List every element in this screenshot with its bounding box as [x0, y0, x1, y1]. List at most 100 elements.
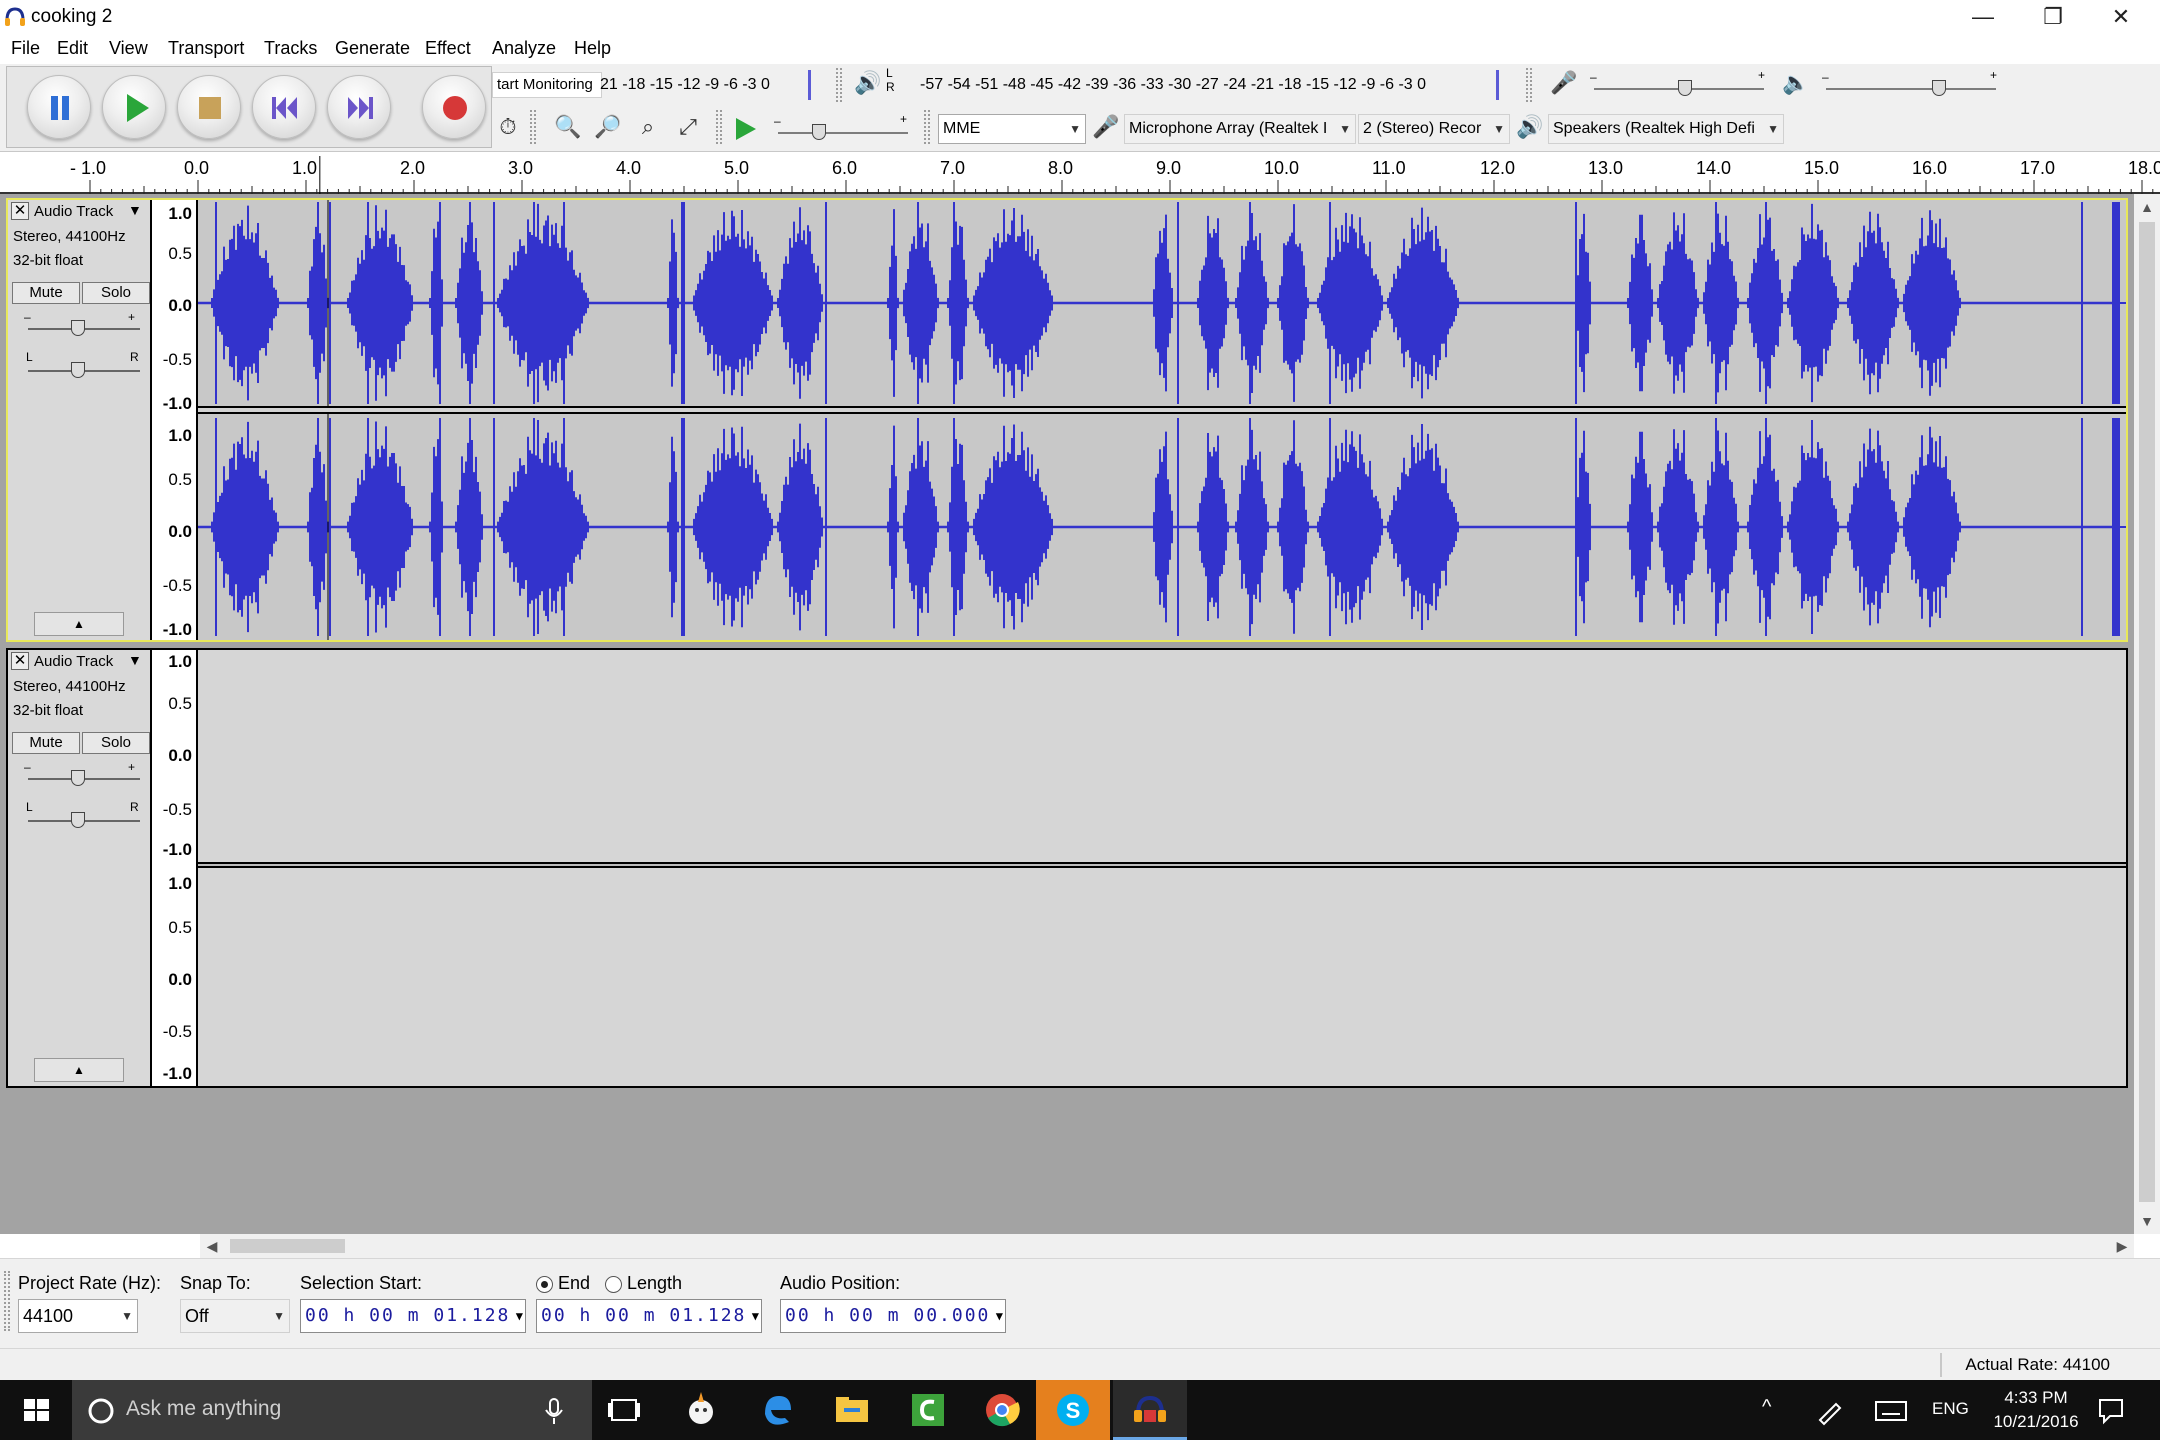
audio-track-1[interactable]: ✕ Audio Track ▼ Stereo, 44100Hz 32-bit f… — [6, 198, 2128, 642]
edge-browser-icon[interactable] — [755, 1388, 799, 1432]
close-track-icon[interactable]: ✕ — [11, 652, 29, 670]
vertical-scroll-thumb[interactable] — [2139, 222, 2155, 1202]
scroll-right-icon[interactable]: ▶ — [2110, 1234, 2134, 1258]
track-menu-dropdown-icon[interactable]: ▼ — [128, 652, 142, 668]
speaker-meter-icon[interactable]: 🔊 — [852, 68, 884, 100]
menu-edit[interactable]: Edit — [57, 38, 88, 59]
track-menu-dropdown-icon[interactable]: ▼ — [128, 202, 142, 218]
audio-track-2[interactable]: ✕ Audio Track ▼ Stereo, 44100Hz 32-bit f… — [6, 648, 2128, 1088]
pan-slider[interactable] — [71, 812, 85, 828]
stop-icon — [199, 97, 221, 119]
toolbar-grip[interactable] — [716, 110, 722, 144]
chevron-down-icon: ▼ — [121, 1309, 133, 1323]
collapse-track-button[interactable]: ▲ — [34, 612, 124, 636]
zoom-out-icon[interactable]: 🔎 — [592, 112, 624, 144]
close-track-icon[interactable]: ✕ — [11, 202, 29, 220]
toolbar-grip[interactable] — [924, 110, 930, 144]
skip-to-start-button[interactable] — [252, 75, 316, 139]
waveform-area[interactable] — [198, 200, 2126, 640]
end-radio[interactable] — [536, 1276, 553, 1293]
chrome-icon[interactable] — [980, 1388, 1024, 1432]
project-rate-select[interactable]: 44100 ▼ — [18, 1299, 138, 1333]
pen-icon[interactable] — [1814, 1396, 1844, 1426]
gain-slider[interactable] — [71, 320, 85, 336]
minimize-button[interactable]: — — [1950, 0, 2016, 36]
length-radio[interactable] — [605, 1276, 622, 1293]
collapse-track-button[interactable]: ▲ — [34, 1058, 124, 1082]
vertical-scale: 1.0 0.5 0.0 -0.5 -1.0 1.0 0.5 0.0 -0.5 -… — [152, 200, 198, 640]
menu-file[interactable]: File — [11, 38, 40, 59]
scroll-left-icon[interactable]: ◀ — [200, 1234, 224, 1258]
stop-button[interactable] — [177, 75, 241, 139]
fit-selection-icon[interactable]: ⌕ — [632, 112, 664, 144]
horizontal-scrollbar[interactable]: ◀ ▶ — [200, 1234, 2134, 1258]
audio-position-field[interactable]: 00 h 00 m 00.000 s ▼ — [780, 1299, 1006, 1333]
fit-project-icon[interactable]: ⤢ — [672, 112, 704, 144]
keyboard-icon[interactable] — [1874, 1398, 1908, 1424]
solo-button[interactable]: Solo — [82, 282, 150, 304]
mute-button[interactable]: Mute — [12, 732, 80, 754]
snap-to-select[interactable]: Off ▼ — [180, 1299, 290, 1333]
horizontal-scroll-thumb[interactable] — [230, 1239, 345, 1253]
language-indicator[interactable]: ENG — [1932, 1399, 1969, 1419]
vertical-scrollbar[interactable]: ▲ ▼ — [2134, 194, 2160, 1234]
toolbar-grip[interactable] — [530, 110, 536, 144]
record-button[interactable] — [422, 75, 486, 139]
show-hidden-icons-icon[interactable]: ^ — [1762, 1396, 1771, 1419]
menu-effect[interactable]: Effect — [425, 38, 471, 59]
audio-host-select[interactable]: MME ▼ — [938, 114, 1086, 144]
start-monitoring-meter[interactable]: tart Monitoring — [492, 72, 602, 98]
timer-icon[interactable]: ⏱ — [492, 112, 524, 144]
track-name-button[interactable]: Audio Track — [34, 653, 113, 670]
output-volume-track[interactable] — [1826, 88, 1996, 90]
unicorn-app-icon[interactable] — [679, 1388, 723, 1432]
play-button[interactable] — [102, 75, 166, 139]
cortana-search-box[interactable]: Ask me anything — [72, 1380, 592, 1440]
scroll-up-icon[interactable]: ▲ — [2134, 194, 2160, 220]
toolbar-grip[interactable] — [1526, 68, 1532, 102]
audacity-taskbar-button[interactable] — [1113, 1380, 1187, 1440]
action-center-icon[interactable] — [2096, 1396, 2126, 1426]
scroll-down-icon[interactable]: ▼ — [2134, 1208, 2160, 1234]
waveform[interactable] — [198, 200, 2126, 640]
windows-start-icon[interactable] — [0, 1380, 72, 1440]
play-speed-track[interactable] — [778, 132, 908, 134]
playback-device-select[interactable]: Speakers (Realtek High Defi ▼ — [1548, 114, 1784, 144]
clock[interactable]: 4:33 PM 10/21/2016 — [1986, 1386, 2086, 1434]
close-window-button[interactable]: ✕ — [2088, 0, 2154, 36]
input-volume-slider[interactable] — [1678, 80, 1692, 96]
output-volume-slider[interactable] — [1932, 80, 1946, 96]
menu-analyze[interactable]: Analyze — [492, 38, 556, 59]
camtasia-icon[interactable] — [906, 1388, 950, 1432]
menu-generate[interactable]: Generate — [335, 38, 410, 59]
timeline-ruler[interactable]: - 1.0 0.0 1.0 2.0 3.0 4.0 5.0 6.0 7.0 8.0 9.0 10.0 1… — [0, 152, 2160, 194]
play-at-speed-icon[interactable] — [730, 114, 760, 144]
pause-button[interactable] — [27, 75, 91, 139]
mute-button[interactable]: Mute — [12, 282, 80, 304]
gain-plus-label: + — [128, 310, 136, 324]
solo-button[interactable]: Solo — [82, 732, 150, 754]
skype-taskbar-button[interactable]: S — [1036, 1380, 1110, 1440]
recording-device-select[interactable]: Microphone Array (Realtek I ▼ — [1124, 114, 1356, 144]
gain-slider[interactable] — [71, 770, 85, 786]
skip-to-end-button[interactable] — [327, 75, 391, 139]
play-speed-slider[interactable] — [812, 124, 826, 140]
menu-transport[interactable]: Transport — [168, 38, 244, 59]
selection-end-field[interactable]: 00 h 00 m 01.128 s ▼ — [536, 1299, 762, 1333]
menu-help[interactable]: Help — [574, 38, 611, 59]
toolbar-grip[interactable] — [4, 1271, 10, 1331]
pan-slider[interactable] — [71, 362, 85, 378]
restore-button[interactable]: ❐ — [2020, 0, 2086, 36]
selection-start-field[interactable]: 00 h 00 m 01.128 s ▼ — [300, 1299, 526, 1333]
menu-view[interactable]: View — [109, 38, 148, 59]
empty-waveform-area[interactable] — [198, 650, 2126, 1086]
task-view-icon[interactable] — [602, 1388, 646, 1432]
menu-tracks[interactable]: Tracks — [264, 38, 317, 59]
file-explorer-icon[interactable] — [830, 1388, 874, 1432]
recording-channels-select[interactable]: 2 (Stereo) Recor ▼ — [1358, 114, 1510, 144]
zoom-in-icon[interactable]: 🔍 — [552, 112, 584, 144]
toolbar-grip[interactable] — [836, 68, 842, 102]
status-divider — [1940, 1353, 1942, 1377]
track-name-button[interactable]: Audio Track — [34, 203, 113, 220]
microphone-icon[interactable] — [542, 1396, 566, 1426]
